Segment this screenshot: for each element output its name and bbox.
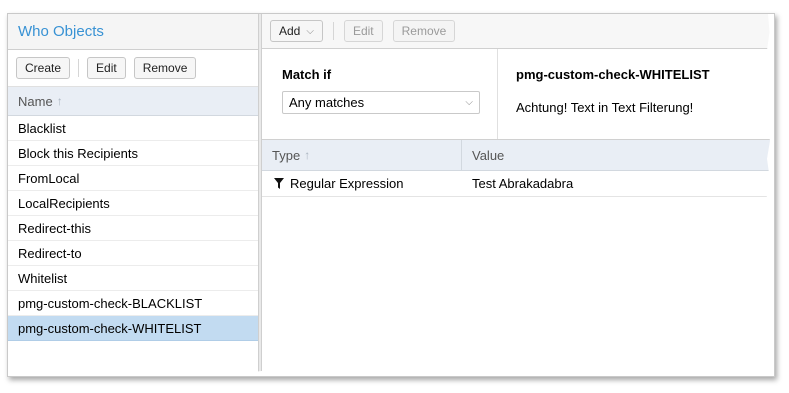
edit-button[interactable]: Edit [87, 57, 126, 79]
list-item-label: FromLocal [18, 170, 80, 186]
value-column-label: Value [472, 147, 505, 163]
type-cell: Regular Expression [262, 171, 462, 196]
right-toolbar: Add ⌵ Edit Remove [262, 14, 774, 49]
toolbar-separator [332, 22, 334, 40]
list-item-label: Redirect-to [18, 245, 82, 261]
value-column-header[interactable]: Value [462, 140, 774, 170]
match-if-label: Match if [282, 67, 332, 82]
type-column-header[interactable]: Type ↑ [262, 140, 462, 170]
list-item[interactable]: Blacklist [8, 116, 258, 141]
list-item-label: pmg-custom-check-WHITELIST [18, 320, 202, 336]
match-mode-value: Any matches [289, 95, 365, 110]
list-item[interactable]: Redirect-this [8, 216, 258, 241]
sort-ascending-icon: ↑ [304, 148, 311, 162]
list-item-label: Block this Recipients [18, 145, 138, 161]
list-item-selected[interactable]: pmg-custom-check-WHITELIST [8, 316, 258, 341]
match-section: Match if Any matches ⌵ [262, 49, 498, 139]
object-detail-panel: Add ⌵ Edit Remove Match if Any matches ⌵… [262, 14, 774, 376]
chevron-down-icon: ⌵ [306, 25, 314, 37]
value-text: Test Abrakadabra [472, 176, 574, 191]
name-column-label: Name [18, 93, 53, 109]
sort-ascending-icon: ↑ [56, 94, 63, 108]
filter-icon [274, 178, 284, 189]
object-description: Achtung! Text in Text Filterung! [516, 100, 694, 115]
toolbar-separator [78, 59, 80, 77]
left-toolbar: Create Edit Remove [8, 50, 258, 87]
remove-entry-button[interactable]: Remove [392, 20, 456, 42]
list-item[interactable]: Redirect-to [8, 241, 258, 266]
who-objects-panel: Who Objects Create Edit Remove Name ↑ Bl… [8, 14, 258, 376]
object-info: pmg-custom-check-WHITELIST Achtung! Text… [498, 49, 710, 139]
object-name: pmg-custom-check-WHITELIST [516, 67, 710, 82]
object-settings: Match if Any matches ⌵ pmg-custom-check-… [262, 49, 774, 140]
name-column-header[interactable]: Name ↑ [8, 87, 258, 116]
chevron-down-icon: ⌵ [465, 97, 473, 108]
edit-entry-button[interactable]: Edit [343, 20, 383, 42]
app-window: Who Objects Create Edit Remove Name ↑ Bl… [7, 13, 775, 377]
add-button[interactable]: Add ⌵ [270, 20, 323, 42]
list-item-label: Blacklist [18, 120, 66, 136]
panel-title: Who Objects [8, 14, 258, 50]
list-item[interactable]: Whitelist [8, 266, 258, 291]
type-value: Regular Expression [290, 176, 404, 191]
list-item[interactable]: LocalRecipients [8, 191, 258, 216]
list-item[interactable]: pmg-custom-check-BLACKLIST [8, 291, 258, 316]
create-button[interactable]: Create [16, 57, 71, 79]
list-item-label: Redirect-this [18, 220, 91, 236]
list-item[interactable]: Block this Recipients [8, 141, 258, 166]
list-item[interactable]: FromLocal [8, 166, 258, 191]
type-column-label: Type [272, 147, 301, 163]
list-item-label: LocalRecipients [18, 195, 110, 211]
value-cell: Test Abrakadabra [462, 171, 774, 196]
match-mode-select[interactable]: Any matches ⌵ [282, 91, 480, 114]
remove-button[interactable]: Remove [133, 57, 197, 79]
who-objects-list: Blacklist Block this Recipients FromLoca… [8, 116, 258, 341]
add-button-label: Add [279, 24, 301, 38]
list-item-label: Whitelist [18, 270, 68, 286]
table-row[interactable]: Regular Expression Test Abrakadabra [262, 171, 774, 197]
list-item-label: pmg-custom-check-BLACKLIST [18, 295, 203, 311]
entries-grid-header: Type ↑ Value [262, 140, 774, 171]
